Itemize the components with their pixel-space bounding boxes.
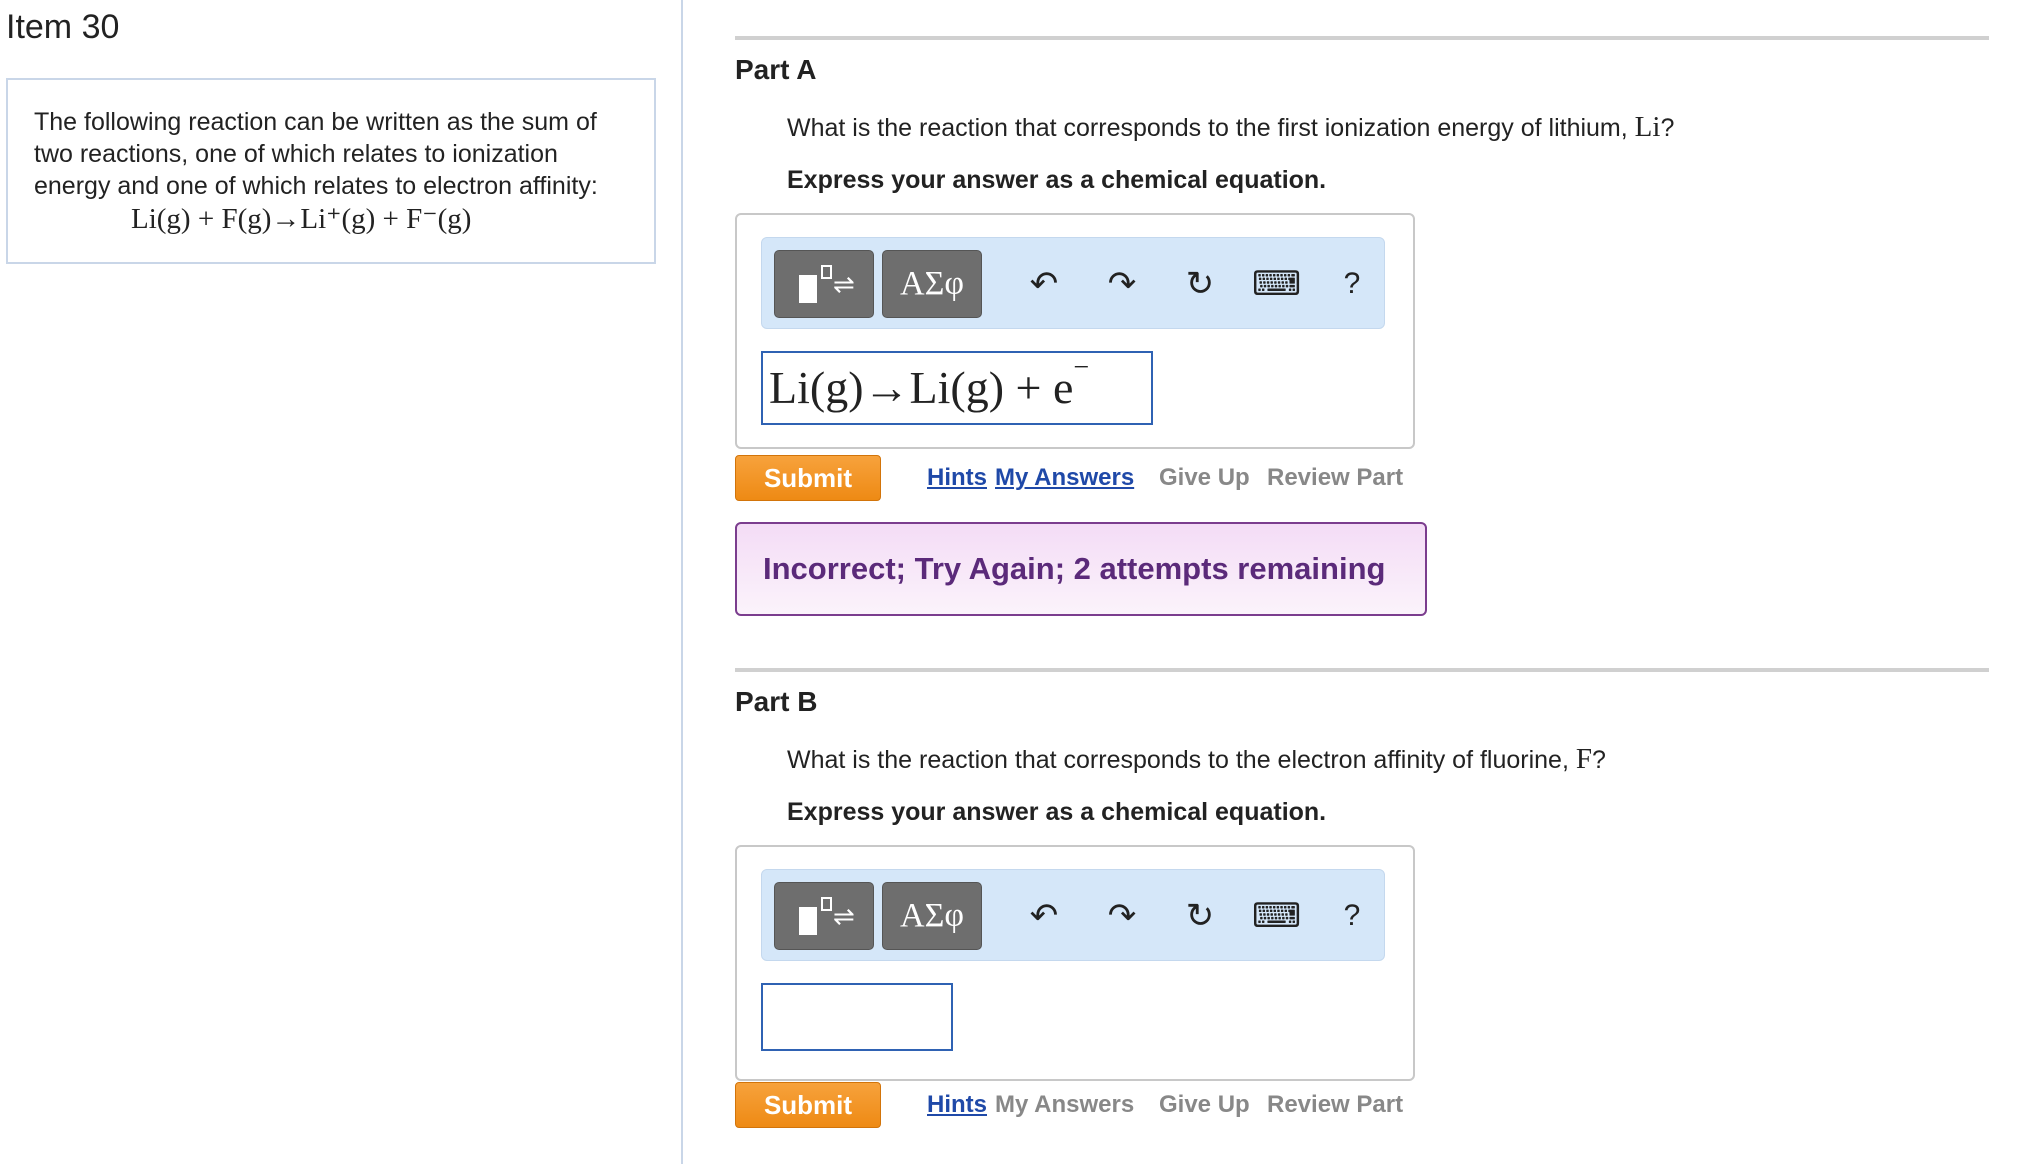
- part-b-question-end: ?: [1592, 746, 1606, 774]
- keyboard-icon[interactable]: ⌨: [1252, 892, 1301, 940]
- part-a-question-end: ?: [1660, 114, 1675, 142]
- part-a-template-button[interactable]: ⇌: [774, 250, 874, 318]
- part-a: Part A What is the reaction that corresp…: [735, 36, 1989, 195]
- part-a-question-text: What is the reaction that corresponds to…: [787, 114, 1635, 142]
- part-a-submit-button[interactable]: Submit: [735, 455, 881, 501]
- part-b-greek-button[interactable]: ΑΣφ: [882, 882, 982, 950]
- part-b-instruction: Express your answer as a chemical equati…: [787, 798, 1327, 826]
- part-b-actions: Submit Hints My Answers Give Up Review P…: [735, 1082, 1495, 1128]
- part-a-instruction: Express your answer as a chemical equati…: [787, 166, 1327, 194]
- part-b: Part B What is the reaction that corresp…: [735, 668, 1989, 827]
- part-a-my-answers-link[interactable]: My Answers: [995, 464, 1134, 492]
- part-b-question: What is the reaction that corresponds to…: [787, 743, 1989, 776]
- part-b-give-up-link: Give Up: [1159, 1091, 1250, 1118]
- part-a-answer-input[interactable]: Li(g)→Li(g) + e−: [761, 351, 1153, 425]
- part-a-question: What is the reaction that corresponds to…: [787, 111, 1989, 144]
- part-b-question-text: What is the reaction that corresponds to…: [787, 746, 1576, 774]
- part-a-answer-text: Li(g)→Li(g) + e: [769, 362, 1074, 413]
- item-panel: Item 30 The following reaction can be wr…: [0, 0, 683, 1164]
- item-title: Item 30: [6, 8, 120, 46]
- stem-equation: Li(g) + F(g)→Li⁺(g) + F⁻(g): [131, 203, 472, 235]
- part-b-divider: [735, 668, 1989, 672]
- part-a-give-up-link: Give Up: [1159, 464, 1250, 491]
- part-a-divider: [735, 36, 1989, 40]
- reset-icon[interactable]: ↻: [1176, 892, 1224, 940]
- part-b-submit-button[interactable]: Submit: [735, 1082, 881, 1128]
- part-a-greek-button[interactable]: ΑΣφ: [882, 250, 982, 318]
- keyboard-icon[interactable]: ⌨: [1252, 260, 1301, 308]
- redo-icon[interactable]: ↷: [1098, 892, 1146, 940]
- redo-icon[interactable]: ↷: [1098, 260, 1146, 308]
- part-b-hints-link[interactable]: Hints: [927, 1091, 987, 1119]
- help-button[interactable]: ?: [1328, 260, 1376, 308]
- part-a-feedback: Incorrect; Try Again; 2 attempts remaini…: [735, 522, 1427, 616]
- part-a-answer-box: ⇌ ΑΣφ ↶ ↷ ↻ ⌨ ? Li(g)→Li(g) + e−: [735, 213, 1415, 449]
- reset-icon[interactable]: ↻: [1176, 260, 1224, 308]
- part-b-title: Part B: [735, 686, 818, 717]
- help-button[interactable]: ?: [1328, 892, 1376, 940]
- part-a-review-part-link: Review Part: [1267, 464, 1404, 491]
- part-b-my-answers-link: My Answers: [995, 1091, 1135, 1118]
- undo-icon[interactable]: ↶: [1020, 260, 1068, 308]
- part-a-math-toolbar: ⇌ ΑΣφ ↶ ↷ ↻ ⌨ ?: [761, 237, 1385, 329]
- part-a-hints-link[interactable]: Hints: [927, 464, 987, 492]
- part-b-review-part-link: Review Part: [1267, 1091, 1404, 1118]
- part-a-answer-superscript: −: [1073, 352, 1090, 383]
- part-a-title: Part A: [735, 54, 817, 85]
- parts-panel: Part A What is the reaction that corresp…: [683, 0, 2022, 1164]
- part-a-actions: Submit Hints My Answers Give Up Review P…: [735, 455, 1495, 501]
- stem-text: The following reaction can be written as…: [34, 108, 598, 200]
- part-a-question-math: Li: [1634, 111, 1661, 143]
- part-b-template-button[interactable]: ⇌: [774, 882, 874, 950]
- item-stem: The following reaction can be written as…: [6, 78, 656, 264]
- part-b-answer-box: ⇌ ΑΣφ ↶ ↷ ↻ ⌨ ?: [735, 845, 1415, 1081]
- part-b-answer-input[interactable]: [761, 983, 953, 1051]
- part-b-question-math: F: [1575, 743, 1592, 775]
- part-b-math-toolbar: ⇌ ΑΣφ ↶ ↷ ↻ ⌨ ?: [761, 869, 1385, 961]
- undo-icon[interactable]: ↶: [1020, 892, 1068, 940]
